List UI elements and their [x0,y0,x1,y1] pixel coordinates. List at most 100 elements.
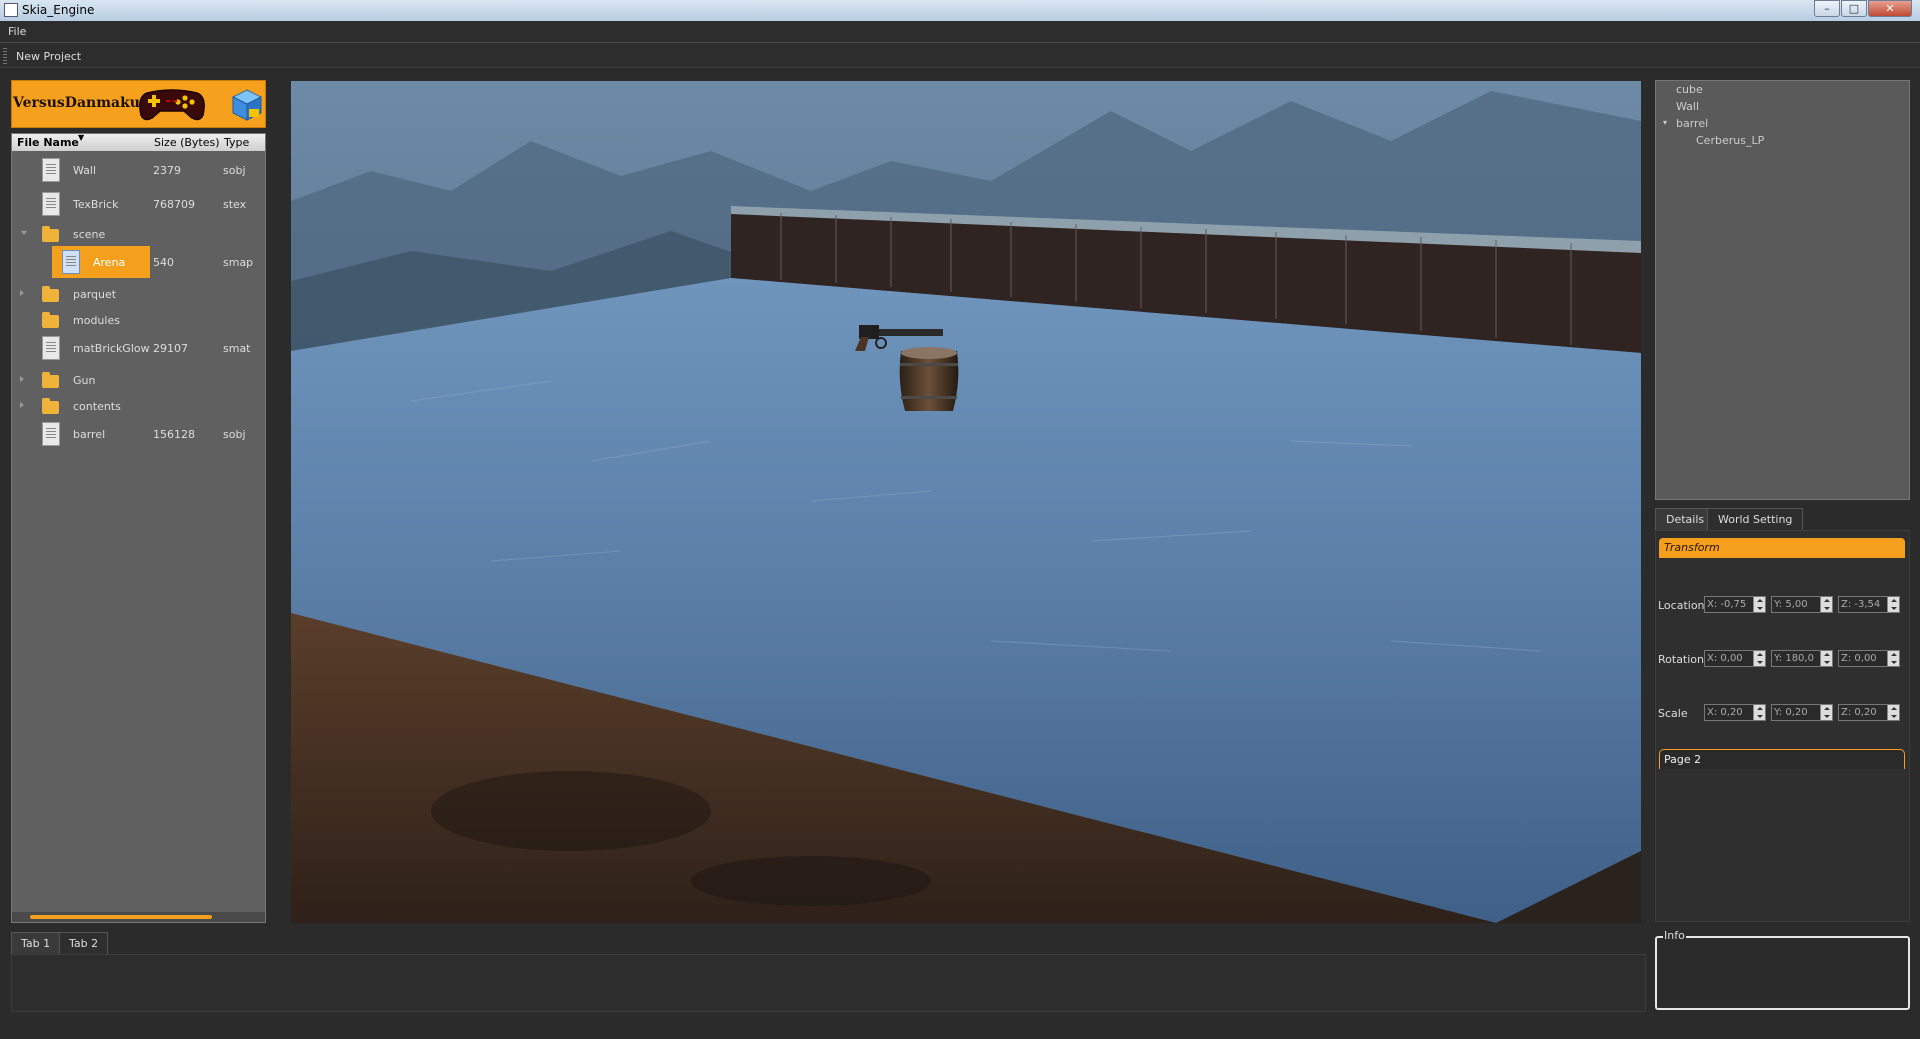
column-header-type[interactable]: Type [224,136,249,149]
file-row[interactable]: barrel 156128 sobj [12,420,265,448]
window-title: Skia_Engine [22,3,95,17]
new-project-button[interactable]: New Project [16,50,81,63]
horizontal-scrollbar[interactable] [12,912,265,922]
tab-2[interactable]: Tab 2 [59,932,109,954]
file-type: smat [223,342,251,355]
toolbar-grip-handle[interactable] [3,48,7,64]
scene-node-barrel[interactable]: barrel [1676,117,1708,130]
folder-row[interactable]: Gun [12,366,265,394]
rotation-z-value: Z: 0,00 [1841,653,1877,664]
menu-file[interactable]: File [8,25,26,38]
file-row[interactable]: Wall 2379 sobj [12,156,265,184]
folder-name: modules [73,314,120,327]
expand-arrow-icon[interactable] [20,402,24,408]
scene-node-wall[interactable]: Wall [1676,100,1699,113]
scene-node-cerberus[interactable]: Cerberus_LP [1696,134,1764,147]
spin-arrows-icon[interactable] [1887,597,1899,612]
scale-y-value: Y: 0,20 [1774,707,1808,718]
file-browser-header: File Name ▼ Size (Bytes) Type [12,133,265,151]
spin-arrows-icon[interactable] [1753,705,1765,720]
file-type: sobj [223,164,246,177]
project-banner: VersusDanmaku [11,80,266,128]
info-label: Info [1663,929,1686,942]
file-name: barrel [73,428,106,441]
column-header-size[interactable]: Size (Bytes) [154,136,220,149]
scrollbar-thumb[interactable] [30,915,212,919]
maximize-button[interactable]: □ [1841,0,1867,17]
expand-arrow-icon[interactable] [20,376,24,382]
file-type: smap [223,256,254,269]
location-y-spinbox[interactable]: Y: 5,00 [1771,596,1833,613]
details-tab-bar: Details World Setting [1655,508,1910,530]
scale-y-spinbox[interactable]: Y: 0,20 [1771,704,1833,721]
scene-viewport[interactable] [291,81,1641,923]
folder-icon [42,226,59,242]
spin-arrows-icon[interactable] [1753,597,1765,612]
collapse-arrow-icon[interactable]: ▾ [1663,118,1667,127]
minimize-button[interactable]: – [1814,0,1840,17]
close-button[interactable]: ✕ [1868,0,1912,17]
folder-row[interactable]: parquet [12,280,265,308]
page-2-section-header[interactable]: Page 2 [1659,749,1905,769]
spin-arrows-icon[interactable] [1753,651,1765,666]
rotation-x-value: X: 0,00 [1707,653,1743,664]
folder-row[interactable]: scene [12,220,265,248]
file-size: 2379 [153,164,181,177]
file-icon [62,250,80,274]
scale-x-spinbox[interactable]: X: 0,20 [1704,704,1766,721]
column-header-name[interactable]: File Name [17,136,79,149]
file-row[interactable]: TexBrick 768709 stex [12,190,265,218]
tab-1[interactable]: Tab 1 [11,932,61,954]
folder-name: parquet [73,288,117,301]
title-bar: Skia_Engine – □ ✕ [0,0,1920,21]
spin-arrows-icon[interactable] [1820,651,1832,666]
location-z-value: Z: -3,54 [1841,599,1881,610]
transform-section-header[interactable]: Transform [1659,538,1905,558]
sort-arrow-icon: ▼ [78,133,85,142]
location-z-spinbox[interactable]: Z: -3,54 [1838,596,1900,613]
expand-arrow-icon[interactable] [20,290,24,296]
location-x-spinbox[interactable]: X: -0,75 [1704,596,1766,613]
location-label: Location [1658,599,1705,612]
spin-arrows-icon[interactable] [1887,705,1899,720]
file-size: 29107 [153,342,188,355]
rotation-y-spinbox[interactable]: Y: 180,0 [1771,650,1833,667]
scene-node-cube[interactable]: cube [1676,83,1703,96]
expand-arrow-icon[interactable] [21,231,27,235]
folder-name: Gun [73,374,96,387]
info-groupbox: Info [1655,929,1910,1010]
location-row: Location X: -0,75 Y: 5,00 Z: -3,54 [1656,596,1908,614]
folder-icon [42,372,59,388]
folder-name: contents [73,400,121,413]
file-type: stex [223,198,247,211]
file-icon [42,336,60,360]
rotation-z-spinbox[interactable]: Z: 0,00 [1838,650,1900,667]
file-size: 156128 [153,428,195,441]
file-row-selected[interactable]: Arena 540 smap [12,246,265,278]
folder-icon [42,398,59,414]
scene-outliner: cube Wall ▾ barrel Cerberus_LP [1655,80,1910,500]
bottom-tab-bar: Tab 1 Tab 2 [11,932,1646,954]
gamepad-icon [139,89,205,121]
scale-z-spinbox[interactable]: Z: 0,20 [1838,704,1900,721]
scale-row: Scale X: 0,20 Y: 0,20 Z: 0,20 [1656,704,1908,722]
rotation-label: Rotation [1658,653,1705,666]
toolbar: New Project [0,44,1920,68]
viewport-render [291,81,1641,923]
rotation-x-spinbox[interactable]: X: 0,00 [1704,650,1766,667]
folder-row[interactable]: modules [12,306,265,334]
folder-row[interactable]: contents [12,392,265,420]
tab-world-setting[interactable]: World Setting [1707,508,1804,530]
file-size: 540 [153,256,174,269]
file-size: 768709 [153,198,195,211]
file-type: sobj [223,428,246,441]
scale-x-value: X: 0,20 [1707,707,1743,718]
location-x-value: X: -0,75 [1707,599,1747,610]
rotation-row: Rotation X: 0,00 Y: 180,0 Z: 0,00 [1656,650,1908,668]
file-row[interactable]: matBrickGlow 29107 smat [12,334,265,362]
spin-arrows-icon[interactable] [1887,651,1899,666]
app-icon [4,3,18,17]
spin-arrows-icon[interactable] [1820,705,1832,720]
spin-arrows-icon[interactable] [1820,597,1832,612]
location-y-value: Y: 5,00 [1774,599,1808,610]
